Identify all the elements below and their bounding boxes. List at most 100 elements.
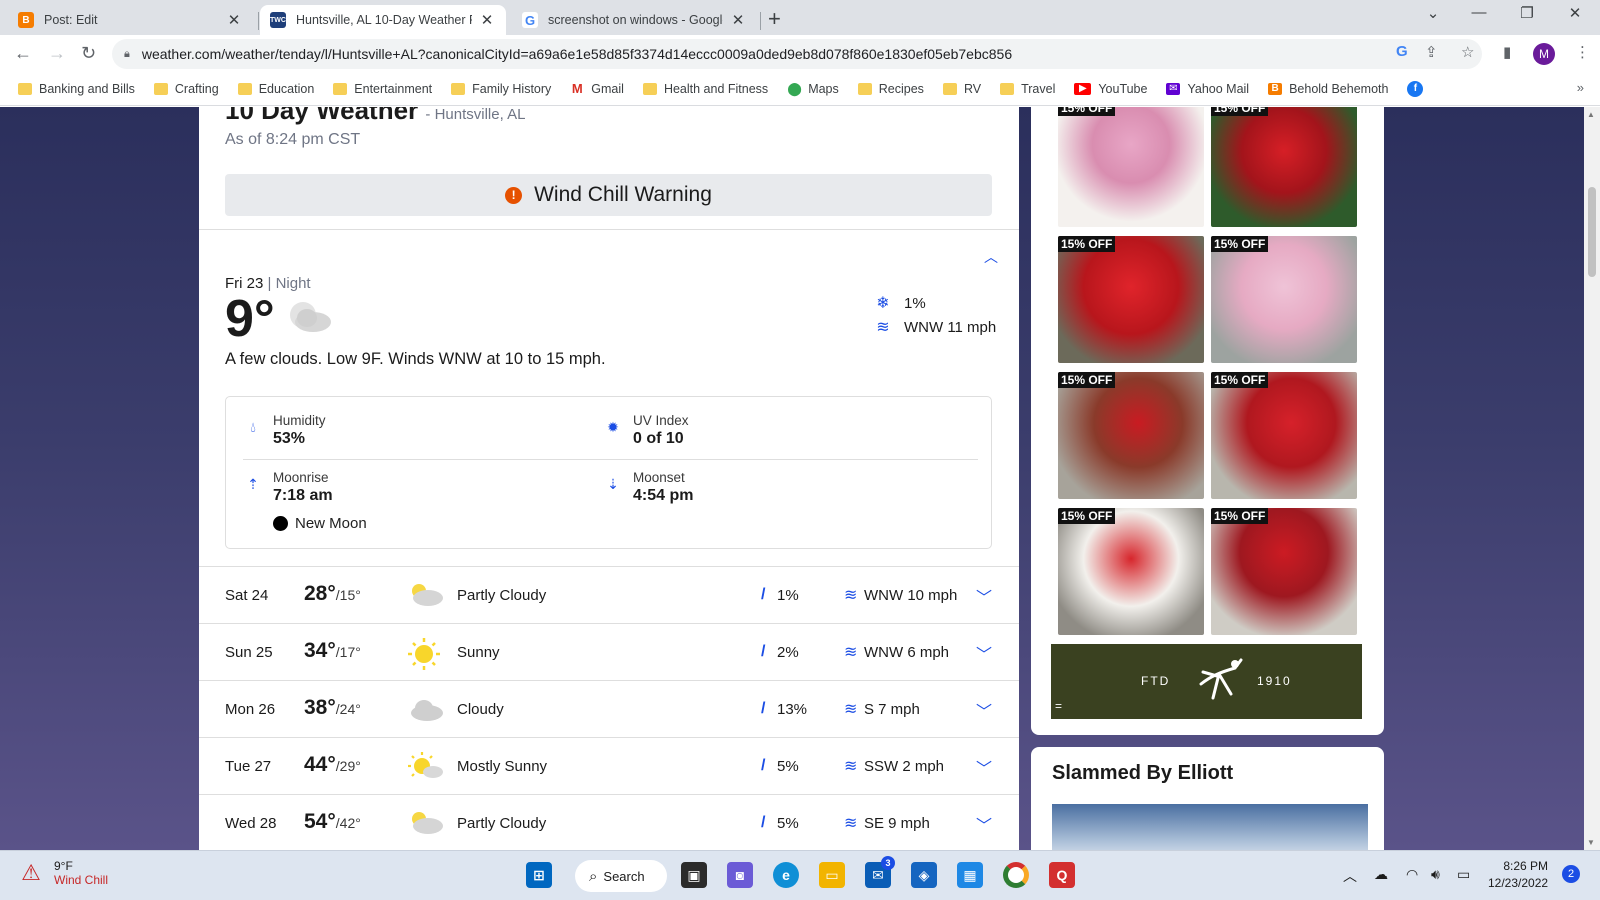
chrome-icon[interactable] <box>1003 862 1029 888</box>
article-image-snowy-trees[interactable] <box>1052 804 1368 850</box>
onedrive-cloud-icon[interactable]: ☁ <box>1374 866 1388 883</box>
row-high: 38° <box>304 696 336 719</box>
show-hidden-icons-chevron-icon[interactable]: ︿ <box>1343 866 1357 886</box>
mostly-sunny-icon <box>408 752 443 778</box>
partly-cloudy-icon <box>412 812 443 834</box>
system-clock[interactable]: 8:26 PM 12/23/2022 <box>1488 858 1548 892</box>
scroll-down-arrow-icon[interactable]: ▼ <box>1587 838 1595 847</box>
precip-drop-icon: / <box>761 643 766 660</box>
close-tab-icon[interactable]: ✕ <box>478 11 496 29</box>
bookmark-rv[interactable]: RV <box>942 82 981 96</box>
task-view-icon[interactable]: ▣ <box>681 862 707 888</box>
search-icon: ⌕ <box>589 867 598 885</box>
notification-count-badge[interactable]: 2 <box>1562 865 1580 883</box>
start-windows-icon[interactable]: ⊞ <box>526 862 552 888</box>
bookmark-banking-and-bills[interactable]: Banking and Bills <box>18 82 135 96</box>
lock-icon[interactable]: 🔒︎ <box>124 48 130 61</box>
google-lens-icon[interactable]: G <box>1396 43 1408 60</box>
ad-image-red-holiday-box[interactable]: 15% OFF <box>1211 107 1357 227</box>
volume-icon[interactable]: 🔊︎ <box>1431 866 1440 883</box>
forward-icon[interactable]: → <box>48 43 66 64</box>
new-tab-button[interactable]: + <box>768 6 781 32</box>
bookmark-label: Health and Fitness <box>663 82 769 96</box>
ad-image-pink-roses[interactable]: 15% OFF <box>1058 107 1204 227</box>
restore-icon[interactable]: ❐ <box>1504 4 1550 22</box>
tab-google-search[interactable]: G screenshot on windows - Google ✕ <box>512 5 757 35</box>
taskbar-weather-widget[interactable]: ⚠ 9°F Wind Chill <box>18 859 108 887</box>
article-card[interactable]: Slammed By Elliott <box>1031 747 1384 850</box>
bookmark-crafting[interactable]: Crafting <box>153 82 219 96</box>
bookmarks-overflow-icon[interactable]: » <box>1577 80 1584 95</box>
dropbox-app-icon[interactable]: ◈ <box>911 862 937 888</box>
page-scrollbar[interactable]: ▲ ▼ <box>1584 107 1600 850</box>
ad-image-red-roses-vase[interactable]: 15% OFF <box>1211 508 1357 635</box>
bookmark-travel[interactable]: Travel <box>1000 82 1055 96</box>
flower-ad-card[interactable]: 15% OFF 15% OFF 15% OFF 15% OFF 15% OFF … <box>1031 107 1384 735</box>
close-tab-icon[interactable]: ✕ <box>729 11 747 29</box>
back-icon[interactable]: ← <box>14 43 32 64</box>
teams-chat-icon[interactable]: ◙ <box>727 862 753 888</box>
side-panel-icon[interactable]: ▮ <box>1503 43 1511 61</box>
expand-chevron-down-icon[interactable]: ﹀ <box>976 755 992 779</box>
forecast-row-wed-28[interactable]: Wed 28 54°/42° Partly Cloudy / 5% ≋ SE 9… <box>199 794 1019 850</box>
bookmark-maps[interactable]: ⬤ Maps <box>787 82 839 96</box>
ad-image-pink-lilies[interactable]: 15% OFF <box>1211 236 1357 363</box>
humidity-drop-icon: 💧︎ <box>250 419 256 435</box>
ad-menu-icon[interactable]: = <box>1055 699 1064 713</box>
discount-badge: 15% OFF <box>1058 236 1116 252</box>
bookmark-education[interactable]: Education <box>237 82 314 96</box>
mail-icon[interactable]: ✉ 3 <box>865 856 895 888</box>
clock-time: 8:26 PM <box>1503 859 1549 873</box>
forecast-row-tue-27[interactable]: Tue 27 44°/29° Mostly Sunny / 5% ≋ SSW 2… <box>199 737 1019 794</box>
row-temps: 38°/24° <box>304 696 361 720</box>
edge-browser-icon[interactable]: e <box>773 862 799 888</box>
bookmark-yahoo-mail[interactable]: ✉ Yahoo Mail <box>1166 82 1249 96</box>
bookmark-entertainment[interactable]: Entertainment <box>333 82 432 96</box>
profile-avatar[interactable]: M <box>1533 43 1555 65</box>
minimize-icon[interactable]: — <box>1456 4 1502 21</box>
bookmark-recipes[interactable]: Recipes <box>857 82 924 96</box>
file-explorer-icon[interactable]: ▭ <box>819 862 845 888</box>
forecast-row-sun-25[interactable]: Sun 25 34°/17° Sunny / 2% ≋ WNW 6 mph ﹀ <box>199 623 1019 680</box>
bookmark-family-history[interactable]: Family History <box>451 82 551 96</box>
close-tab-icon[interactable]: ✕ <box>225 11 243 29</box>
ftd-year: 1910 <box>1257 674 1292 688</box>
ftd-logo-banner[interactable]: FTD 1910 = <box>1051 644 1362 719</box>
menu-icon[interactable]: ⋮ <box>1575 43 1590 61</box>
row-condition: Partly Cloudy <box>457 587 547 604</box>
expand-chevron-down-icon[interactable]: ﹀ <box>976 641 992 665</box>
bookmark-gmail[interactable]: M Gmail <box>570 82 624 96</box>
bookmark-facebook[interactable]: f <box>1407 81 1430 97</box>
forecast-row-mon-26[interactable]: Mon 26 38°/24° Cloudy / 13% ≋ S 7 mph ﹀ <box>199 680 1019 737</box>
scrollbar-thumb[interactable] <box>1588 187 1596 277</box>
quicken-icon[interactable]: Q <box>1049 862 1075 888</box>
taskbar-search[interactable]: ⌕ Search <box>575 860 667 892</box>
expand-chevron-down-icon[interactable]: ﹀ <box>976 698 992 722</box>
tab-post-edit[interactable]: B Post: Edit ✕ <box>8 5 253 35</box>
battery-icon[interactable]: ▭ <box>1457 866 1470 883</box>
bookmark-behold-behemoth[interactable]: B Behold Behemoth <box>1268 82 1388 96</box>
tab-search-icon[interactable]: ⌄ <box>1410 4 1456 22</box>
bookmark-youtube[interactable]: ▶ YouTube <box>1074 82 1147 96</box>
bookmark-star-icon[interactable]: ☆ <box>1461 43 1474 61</box>
article-title[interactable]: Slammed By Elliott <box>1052 762 1233 785</box>
scroll-up-arrow-icon[interactable]: ▲ <box>1587 110 1595 119</box>
share-icon[interactable]: ⇪ <box>1425 43 1438 61</box>
address-bar[interactable]: 🔒︎ weather.com/weather/tenday/l/Huntsvil… <box>112 39 1482 69</box>
microsoft-store-icon[interactable]: ▦ <box>957 862 983 888</box>
ad-image-reindeer-sleigh[interactable]: 15% OFF <box>1058 372 1204 499</box>
forecast-row-sat-24[interactable]: Sat 24 28°/15° Partly Cloudy / 1% ≋ WNW … <box>199 566 1019 623</box>
reload-icon[interactable]: ↻ <box>81 43 96 64</box>
ad-image-poinsettia[interactable]: 15% OFF <box>1058 236 1204 363</box>
expand-chevron-down-icon[interactable]: ﹀ <box>976 584 992 608</box>
ad-image-gnome-bouquet[interactable]: 15% OFF <box>1058 508 1204 635</box>
expand-chevron-down-icon[interactable]: ﹀ <box>976 812 992 836</box>
bookmark-health-and-fitness[interactable]: Health and Fitness <box>642 82 769 96</box>
wind-chill-alert-banner[interactable]: ! Wind Chill Warning <box>225 174 992 216</box>
collapse-chevron-up-icon[interactable]: ︿ <box>984 247 998 267</box>
ad-image-snow-globe-bouquet[interactable]: 15% OFF <box>1211 372 1357 499</box>
taskbar-weather-text: Wind Chill <box>54 873 109 887</box>
tab-weather[interactable]: TWC Huntsville, AL 10-Day Weather Fc ✕ <box>260 5 506 35</box>
close-window-icon[interactable]: ✕ <box>1552 4 1598 22</box>
wifi-icon[interactable]: ◠ <box>1406 866 1418 883</box>
